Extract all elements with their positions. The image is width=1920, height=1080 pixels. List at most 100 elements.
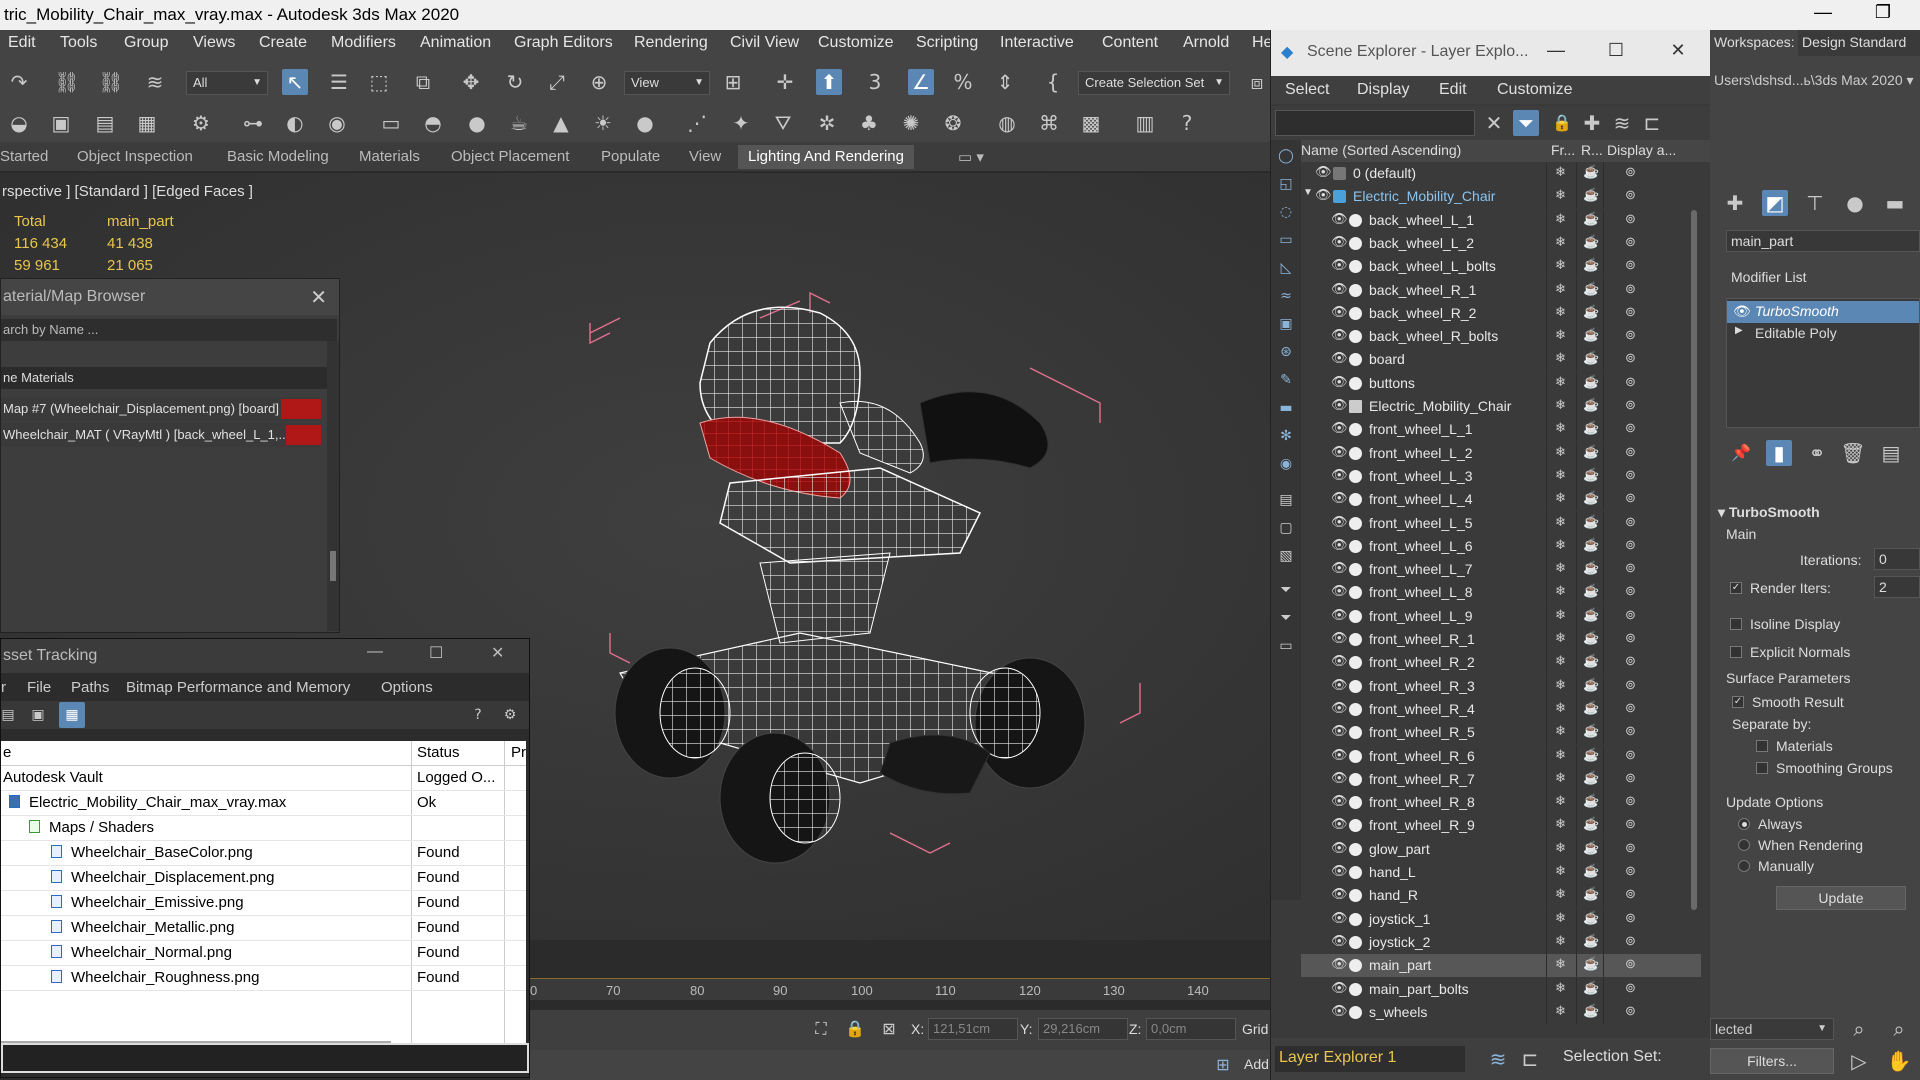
tab-object-inspection[interactable]: Object Inspection	[77, 148, 193, 165]
isolate-icon[interactable]: ⛶	[808, 1016, 834, 1042]
list-item[interactable]: 👁 front_wheel_L_9 ❄ ☕ ⊚	[1301, 604, 1701, 628]
filter-settings-icon[interactable]: ⏷	[1276, 608, 1296, 628]
column-status[interactable]: Status	[417, 744, 460, 761]
teapot-icon[interactable]: ☕	[1583, 374, 1599, 390]
render-frame-window-icon[interactable]: ◓	[420, 110, 446, 136]
freeze-icon[interactable]: ❄	[1555, 187, 1566, 203]
display-box-icon[interactable]: ⊚	[1625, 350, 1636, 366]
modifier-editable-poly[interactable]: ▶ Editable Poly	[1727, 323, 1919, 345]
teapot-icon[interactable]: ☕	[1583, 910, 1599, 926]
display-box-icon[interactable]: ⊚	[1625, 747, 1636, 763]
reference-coord-dropdown[interactable]: View ▼	[624, 71, 710, 95]
eye-icon[interactable]: 👁	[1331, 583, 1348, 599]
display-box-icon[interactable]: ⊚	[1625, 560, 1636, 576]
menu-animation[interactable]: Animation	[420, 34, 491, 52]
minimize-button[interactable]: —	[1803, 2, 1843, 23]
table-row[interactable]: Maps / Shaders	[1, 816, 526, 841]
freeze-icon[interactable]: ❄	[1555, 677, 1566, 693]
menu-views[interactable]: Views	[193, 34, 235, 52]
always-radio[interactable]	[1738, 818, 1750, 830]
list-item[interactable]: 👁 front_wheel_L_1 ❄ ☕ ⊚	[1301, 418, 1701, 442]
grid-icon[interactable]: ⋰	[684, 110, 710, 136]
freeze-icon[interactable]: ❄	[1555, 653, 1566, 669]
list-item[interactable]: 👁 glow_part ❄ ☕ ⊚	[1301, 837, 1701, 861]
table-row[interactable]: Wheelchair_Roughness.png Found	[1, 966, 526, 991]
snaps-toggle-icon[interactable]: 3	[862, 69, 888, 95]
cone-icon[interactable]: ▲	[548, 110, 574, 136]
teapot-icon[interactable]: ☕	[1583, 583, 1599, 599]
eye-icon[interactable]: 👁	[1331, 350, 1348, 366]
hierarchy-icon[interactable]: ⊏	[1639, 110, 1665, 136]
freeze-icon[interactable]: ❄	[1555, 886, 1566, 902]
create-panel-icon[interactable]: ✚	[1722, 190, 1748, 216]
list-item[interactable]: 👁 front_wheel_L_8 ❄ ☕ ⊚	[1301, 581, 1701, 605]
eye-icon[interactable]: 👁	[1331, 677, 1348, 693]
restore-button[interactable]: ❐	[1863, 2, 1903, 23]
eye-icon[interactable]: 👁	[1331, 630, 1348, 646]
table-row[interactable]: Wheelchair_Emissive.png Found	[1, 891, 526, 916]
select-manipulate-icon[interactable]: ✛	[772, 69, 798, 95]
display-all-icon[interactable]: ▤	[1276, 490, 1296, 510]
eye-icon[interactable]: 👁	[1331, 397, 1348, 413]
rect-selection-icon[interactable]: ⬚	[366, 69, 392, 95]
timeline-ruler[interactable]: 0 70 80 90 100 110 120 130 140	[530, 978, 1270, 1000]
eye-icon[interactable]: 👁	[1331, 607, 1348, 623]
display-box-icon[interactable]: ⊚	[1625, 770, 1636, 786]
menu-customize[interactable]: Customize	[1497, 81, 1573, 99]
teapot-icon[interactable]: ☕	[1583, 793, 1599, 809]
layers-icon[interactable]: ≋	[1485, 1046, 1511, 1072]
display-box-icon[interactable]: ⊚	[1625, 863, 1636, 879]
freeze-icon[interactable]: ❄	[1555, 816, 1566, 832]
display-box-icon[interactable]: ⊚	[1625, 630, 1636, 646]
scale-icon[interactable]: ⤢	[544, 69, 570, 95]
list-item[interactable]: 👁 front_wheel_R_4 ❄ ☕ ⊚	[1301, 697, 1701, 721]
pan-icon[interactable]: ✋	[1886, 1048, 1912, 1074]
freeze-icon[interactable]: ❄	[1555, 630, 1566, 646]
shape-icon[interactable]: ◒	[6, 110, 32, 136]
table-row[interactable]: Wheelchair_Normal.png Found	[1, 941, 526, 966]
list-item[interactable]: 👁 front_wheel_L_6 ❄ ☕ ⊚	[1301, 534, 1701, 558]
teapot-icon[interactable]: ☕	[1583, 607, 1599, 623]
manually-radio[interactable]	[1738, 860, 1750, 872]
display-box-icon[interactable]: ⊚	[1625, 257, 1636, 273]
tab-view[interactable]: View	[689, 148, 721, 165]
display-containers-icon[interactable]: ▬	[1276, 398, 1296, 418]
freeze-icon[interactable]: ❄	[1555, 304, 1566, 320]
asset-tracking-title[interactable]: sset Tracking — ☐ ✕	[1, 639, 529, 673]
teapot-icon[interactable]: ☕	[1583, 840, 1599, 856]
render-frame-icon[interactable]: ▣	[48, 110, 74, 136]
eye-icon[interactable]: 👁	[1331, 956, 1348, 972]
select-by-name-icon[interactable]: ☰	[326, 69, 352, 95]
modifier-list-dropdown[interactable]: Modifier List	[1726, 266, 1920, 288]
unlink-icon[interactable]: ⛓	[98, 69, 124, 95]
spinner-snap-icon[interactable]: ⇕	[992, 69, 1018, 95]
close-icon[interactable]: ✕	[1663, 40, 1693, 61]
column-name[interactable]: e	[3, 744, 11, 761]
list-item[interactable]: 👁 back_wheel_R_1 ❄ ☕ ⊚	[1301, 278, 1701, 302]
freeze-icon[interactable]: ❄	[1555, 583, 1566, 599]
teapot-icon[interactable]: ☕	[1583, 187, 1599, 203]
workspace-dropdown[interactable]: Design Standard	[1798, 30, 1920, 56]
display-panel-icon[interactable]: ▬	[1882, 190, 1908, 216]
settings-icon[interactable]: ⚙	[497, 702, 523, 728]
list-item[interactable]: 👁 hand_L ❄ ☕ ⊚	[1301, 861, 1701, 884]
filter-toggle-icon[interactable]: ⏷	[1276, 580, 1296, 600]
layers-icon[interactable]: ≋	[1609, 110, 1635, 136]
update-button[interactable]: Update	[1776, 886, 1906, 910]
explicit-normals-checkbox[interactable]	[1730, 646, 1742, 658]
hierarchy-panel-icon[interactable]: ⊤	[1802, 190, 1828, 216]
table-row[interactable]: Autodesk Vault Logged O...	[1, 766, 526, 791]
pin-stack-icon[interactable]: 📌	[1728, 440, 1754, 466]
teapot-icon[interactable]: ☕	[1583, 886, 1599, 902]
plant-icon[interactable]: ♣	[856, 110, 882, 136]
freeze-icon[interactable]: ❄	[1555, 933, 1566, 949]
sphere-icon[interactable]: ●	[632, 110, 658, 136]
help-icon[interactable]: ?	[465, 702, 491, 728]
list-item[interactable]: 👁 front_wheel_R_6 ❄ ☕ ⊚	[1301, 744, 1701, 768]
clear-search-icon[interactable]: ✕	[1481, 110, 1507, 136]
filter-icon[interactable]: ⏷	[1513, 110, 1539, 136]
tab-populate[interactable]: Populate	[601, 148, 660, 165]
thumbnail-view-icon[interactable]: ▣	[25, 702, 51, 728]
list-item[interactable]: 👁 main_part_bolts ❄ ☕ ⊚	[1301, 977, 1701, 1001]
menu-create[interactable]: Create	[259, 34, 307, 52]
